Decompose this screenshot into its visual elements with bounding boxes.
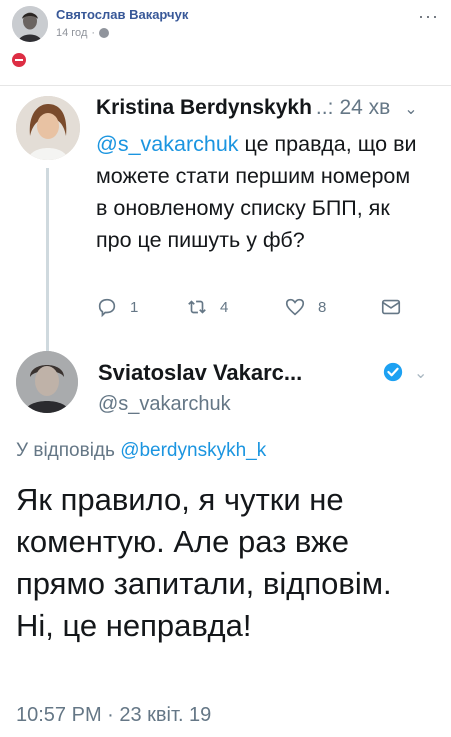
author-avatar[interactable] — [12, 6, 48, 42]
envelope-icon — [381, 299, 401, 315]
dm-button[interactable] — [380, 296, 402, 318]
tweet-screenshot: Kristina Berdynskykh ..: 24 хв ⌄ @s_vaka… — [0, 85, 451, 737]
post-time[interactable]: 14 год — [56, 27, 87, 39]
reply-icon — [98, 298, 116, 318]
no-entry-icon — [12, 53, 26, 67]
fb-post-header: Святослав Вакарчук 14 год · ··· — [0, 0, 451, 85]
tweet1-text: @s_vakarchuk це правда, що ви можете ста… — [96, 128, 426, 256]
meta-separator: · — [91, 27, 96, 39]
chevron-down-icon[interactable]: ⌄ — [404, 99, 417, 119]
like-button[interactable]: 8 — [284, 296, 326, 318]
verified-badge-icon — [383, 362, 403, 382]
retweet-count: 4 — [220, 298, 229, 316]
retweet-button[interactable]: 4 — [186, 296, 228, 318]
tweet1-author-name[interactable]: Kristina Berdynskykh — [96, 96, 312, 120]
retweet-icon — [188, 300, 206, 314]
tweet1-actions: 1 4 8 — [96, 294, 426, 324]
reply-mention[interactable]: @berdynskykh_k — [120, 440, 266, 461]
sviatoslav-avatar[interactable] — [16, 351, 78, 413]
tweet2-text: Як правило, я чутки не коментую. Але раз… — [16, 482, 392, 643]
tweet1-mention[interactable]: @s_vakarchuk — [96, 132, 239, 156]
tweet2-handle[interactable]: @s_vakarchuk — [98, 393, 231, 416]
post-author-name[interactable]: Святослав Вакарчук — [56, 7, 188, 22]
tweet2-author-name[interactable]: Sviatoslav Vakarc... — [98, 360, 302, 386]
reply-button[interactable]: 1 — [96, 296, 138, 318]
kristina-avatar[interactable] — [16, 96, 80, 160]
post-options-button[interactable]: ··· — [418, 6, 439, 27]
chevron-down-icon[interactable]: ⌄ — [414, 363, 427, 383]
heart-icon — [285, 298, 305, 316]
reply-count: 1 — [130, 298, 139, 316]
reply-prefix: У відповідь — [16, 440, 121, 461]
tweet1-time[interactable]: 24 хв — [339, 96, 390, 120]
tweet1-truncation: ..: — [315, 96, 334, 119]
globe-icon — [99, 28, 110, 38]
reply-context: У відповідь @berdynskykh_k — [16, 440, 266, 462]
tweet2-timestamp[interactable]: 10:57 PM · 23 квіт. 19 — [16, 704, 211, 727]
like-count: 8 — [318, 298, 327, 316]
tweet1-header: Kristina Berdynskykh ..: 24 хв ⌄ — [96, 96, 436, 120]
post-meta: 14 год · — [56, 27, 110, 39]
